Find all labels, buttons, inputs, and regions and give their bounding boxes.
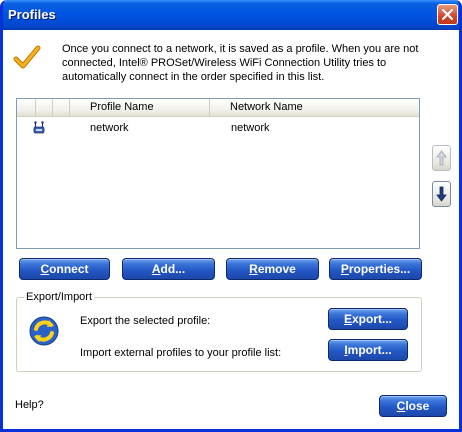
import-description: Import external profiles to your profile…: [80, 347, 282, 359]
info-text: Once you connect to a network, it is sav…: [62, 43, 419, 83]
checkmark-icon: [13, 45, 41, 69]
export-button[interactable]: Export...: [328, 308, 408, 330]
close-icon: [442, 9, 453, 20]
move-up-button[interactable]: [432, 145, 451, 171]
remove-button-mnemonic: R: [249, 262, 258, 276]
network-name-cell: network: [231, 122, 270, 134]
title-close-button[interactable]: [437, 4, 458, 25]
connect-button[interactable]: Connect: [19, 258, 110, 280]
list-header: Profile Name Network Name: [17, 99, 419, 117]
remove-button-label: emove: [257, 262, 296, 276]
column-header-security[interactable]: [53, 99, 70, 116]
profile-name-cell: network: [90, 122, 129, 134]
window-title: Profiles: [8, 7, 56, 22]
import-button-label: mport...: [347, 343, 392, 357]
close-button-label: lose: [405, 399, 430, 413]
add-button-mnemonic: A: [151, 262, 161, 276]
export-import-group: Export/Import Export the selected profil…: [16, 290, 422, 372]
import-button[interactable]: Import...: [328, 339, 408, 361]
export-button-label: xport...: [352, 312, 393, 326]
column-header-network-name[interactable]: Network Name: [210, 99, 419, 116]
connect-button-label: onnect: [49, 262, 89, 276]
remove-button[interactable]: Remove: [226, 258, 319, 280]
arrow-up-icon: [436, 150, 447, 166]
properties-button-mnemonic: P: [340, 262, 349, 276]
sync-arrows-icon: [29, 316, 59, 346]
close-button[interactable]: Close: [379, 395, 447, 417]
connect-button-mnemonic: C: [40, 262, 50, 276]
add-button-label: dd...: [160, 262, 186, 276]
profiles-dialog: Profiles Once you connect to a network, …: [0, 0, 462, 432]
list-item[interactable]: network network: [17, 119, 419, 137]
export-button-mnemonic: E: [343, 312, 352, 326]
move-down-button[interactable]: [432, 181, 451, 207]
dialog-body: Once you connect to a network, it is sav…: [3, 30, 459, 429]
export-import-label: Export/Import: [24, 290, 95, 304]
profile-list[interactable]: Profile Name Network Name network networ…: [16, 98, 420, 249]
add-button[interactable]: Add...: [122, 258, 215, 280]
column-header-status[interactable]: [17, 99, 36, 116]
column-header-type[interactable]: [36, 99, 53, 116]
properties-button-label: roperties...: [348, 262, 411, 276]
export-description: Export the selected profile:: [80, 315, 211, 327]
wireless-profile-icon: [33, 121, 45, 134]
arrow-down-icon: [436, 186, 447, 202]
column-header-profile-name[interactable]: Profile Name: [70, 99, 210, 116]
help-link[interactable]: Help?: [15, 398, 44, 412]
title-bar[interactable]: Profiles: [3, 0, 459, 30]
properties-button[interactable]: Properties...: [329, 258, 422, 280]
